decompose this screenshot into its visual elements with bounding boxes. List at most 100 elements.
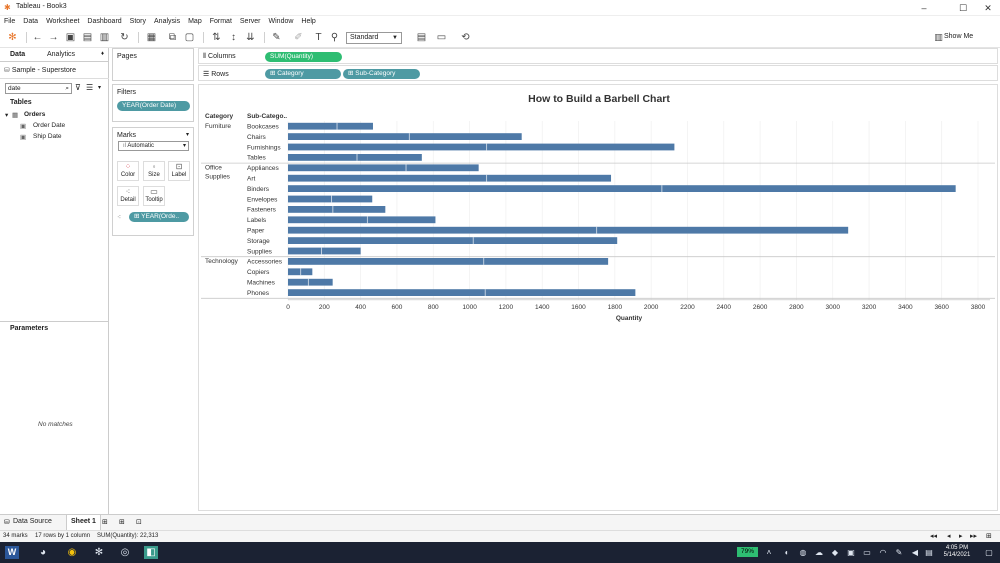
word-app-icon[interactable]: W [5, 546, 19, 559]
pause-updates-icon[interactable]: ▥ [98, 31, 111, 44]
tableau-logo-icon: ✱ [4, 3, 11, 12]
pages-card[interactable]: Pages [112, 48, 194, 81]
keyboard-icon[interactable]: ▤ [922, 546, 936, 559]
sort-ascending-icon[interactable]: ↕ [227, 31, 240, 44]
grid-view-icon[interactable]: ⊞ [986, 532, 992, 540]
color-button[interactable]: ⁘ Color [117, 161, 139, 181]
mark-type-value: Automatic [127, 143, 155, 149]
tab-analytics[interactable]: Analytics [47, 51, 75, 58]
menu-server[interactable]: Server [236, 16, 265, 28]
tooltip-button[interactable]: ▭ Tooltip [143, 186, 165, 206]
chat-app-icon[interactable]: ◧ [144, 546, 158, 559]
no-matches-text: No matches [38, 421, 73, 428]
presentation-mode-icon[interactable]: ▭ [435, 31, 448, 44]
menu-map[interactable]: Map [184, 16, 206, 28]
expand-icon[interactable]: ▾ [5, 111, 8, 119]
tab-data-source[interactable]: Data Source [13, 518, 52, 525]
x-tick-label: 2200 [680, 304, 695, 311]
pen-icon[interactable]: ✎ [892, 546, 906, 559]
fix-axes-icon[interactable]: ⚲ [328, 31, 341, 44]
highlight-icon[interactable]: ✎ [270, 31, 283, 44]
chevron-down-icon[interactable]: ▾ [186, 131, 189, 138]
chevron-up-icon[interactable]: ˄ [762, 546, 776, 559]
size-button[interactable]: ◦ Size [143, 161, 165, 181]
table-orders[interactable]: Orders [24, 111, 45, 118]
menu-file[interactable]: File [0, 16, 19, 28]
scroll-prev-icon[interactable]: ◂ [947, 532, 951, 540]
show-cards-icon[interactable]: ▤ [415, 31, 428, 44]
new-worksheet-icon[interactable]: ▦ [145, 31, 158, 44]
filter-icon[interactable]: ⊽ [75, 83, 81, 92]
system-clock[interactable]: 4:05 PM 5/14/2021 [935, 545, 979, 559]
obs-icon[interactable]: ◎ [118, 546, 132, 559]
menu-worksheet[interactable]: Worksheet [42, 16, 83, 28]
filters-card[interactable]: Filters YEAR(Order Date) [112, 84, 194, 122]
globe-icon[interactable]: ◍ [796, 546, 810, 559]
tab-data[interactable]: Data [10, 51, 25, 58]
volume-icon[interactable]: ◀ [908, 546, 922, 559]
menu-story[interactable]: Story [126, 16, 150, 28]
menu-help[interactable]: Help [297, 16, 319, 28]
toolbar: ✻ ← → ▣ ▤ ▥ ↻ ▦ ⧉ ▢ ⇅ ↕ ⇊ ✎ ✐ T ⚲ Standa… [0, 28, 1000, 48]
menu-window[interactable]: Window [265, 16, 298, 28]
chevron-down-icon[interactable]: ▾ [98, 84, 101, 91]
tableau-taskbar-icon[interactable]: ✻ [92, 546, 106, 559]
menu-data[interactable]: Data [19, 16, 42, 28]
menu-dashboard[interactable]: Dashboard [83, 16, 125, 28]
menu-analysis[interactable]: Analysis [150, 16, 184, 28]
clear-sheet-icon[interactable]: ▢ [183, 31, 196, 44]
tab-sheet-1[interactable]: Sheet 1 [66, 515, 101, 530]
filter-pill-year-order-date[interactable]: YEAR(Order Date) [117, 101, 190, 111]
detail-button[interactable]: ⁖ Detail [117, 186, 139, 206]
mark-type-dropdown[interactable]: ıl Automatic ▾ [118, 141, 189, 151]
fit-dropdown[interactable]: Standard ▼ [346, 32, 402, 44]
label-button[interactable]: ⊡ Label [168, 161, 190, 181]
chrome-icon[interactable]: ◉ [65, 546, 79, 559]
scroll-last-icon[interactable]: ▸▸ [970, 532, 977, 540]
new-dashboard-tab-icon[interactable]: ⊞ [119, 518, 125, 526]
new-story-tab-icon[interactable]: ⊡ [136, 518, 142, 526]
maximize-button[interactable]: ☐ [953, 2, 973, 14]
snip-tool-icon[interactable]: ▣ [844, 546, 858, 559]
tableau-icon[interactable]: ✻ [6, 31, 19, 44]
datasource-item[interactable]: ⛁ Sample - Superstore [4, 66, 76, 74]
columns-shelf[interactable]: ⦀ Columns SUM(Quantity) [198, 48, 998, 64]
new-worksheet-tab-icon[interactable]: ⊞ [102, 518, 108, 526]
field-order-date[interactable]: Order Date [33, 122, 65, 129]
scroll-first-icon[interactable]: ◂◂ [930, 532, 937, 540]
menu-format[interactable]: Format [206, 16, 236, 28]
minimize-button[interactable]: – [914, 2, 934, 14]
wifi-icon[interactable]: ◠ [876, 546, 890, 559]
show-mark-labels-icon[interactable]: T [312, 31, 325, 44]
dropbox-icon[interactable]: ◆ [828, 546, 842, 559]
app-icon[interactable]: ◕ [36, 546, 50, 559]
show-me-button[interactable]: Show Me [944, 33, 973, 40]
view-list-icon[interactable]: ☰ [86, 83, 93, 92]
swap-rows-columns-icon[interactable]: ⇅ [210, 31, 223, 44]
columns-pill-sum-quantity[interactable]: SUM(Quantity) [265, 52, 342, 62]
notifications-icon[interactable]: ▢ [982, 546, 996, 559]
battery-indicator[interactable]: 79% [737, 547, 758, 557]
rows-pill-category[interactable]: ⊞ Category [265, 69, 341, 79]
rows-pill-sub-category[interactable]: ⊞ Sub-Category [343, 69, 420, 79]
redo-icon[interactable]: → [47, 31, 60, 44]
data-pane: Data Analytics ♦ ⛁ Sample - Superstore d… [0, 48, 109, 514]
save-icon[interactable]: ▣ [64, 31, 77, 44]
share-icon[interactable]: ⟲ [459, 31, 472, 44]
display-icon[interactable]: ▭ [860, 546, 874, 559]
field-search-input[interactable]: date ⌕ [5, 83, 72, 94]
scroll-next-icon[interactable]: ▸ [959, 532, 963, 540]
app-tray-icon[interactable]: ◐ [780, 546, 794, 559]
duplicate-sheet-icon[interactable]: ⧉ [166, 31, 179, 44]
field-ship-date[interactable]: Ship Date [33, 133, 62, 140]
undo-icon[interactable]: ← [31, 31, 44, 44]
group-members-icon[interactable]: ✐ [292, 31, 305, 44]
close-button[interactable]: ✕ [978, 2, 998, 14]
refresh-icon[interactable]: ↻ [118, 31, 131, 44]
cloud-icon[interactable]: ☁ [812, 546, 826, 559]
new-datasource-icon[interactable]: ▤ [81, 31, 94, 44]
detail-pill-year-order-date[interactable]: ⊞ YEAR(Orde.. [129, 212, 189, 222]
pane-menu-icon[interactable]: ♦ [101, 51, 104, 57]
sort-descending-icon[interactable]: ⇊ [244, 31, 257, 44]
rows-shelf[interactable]: ☰ Rows ⊞ Category ⊞ Sub-Category [198, 65, 998, 81]
